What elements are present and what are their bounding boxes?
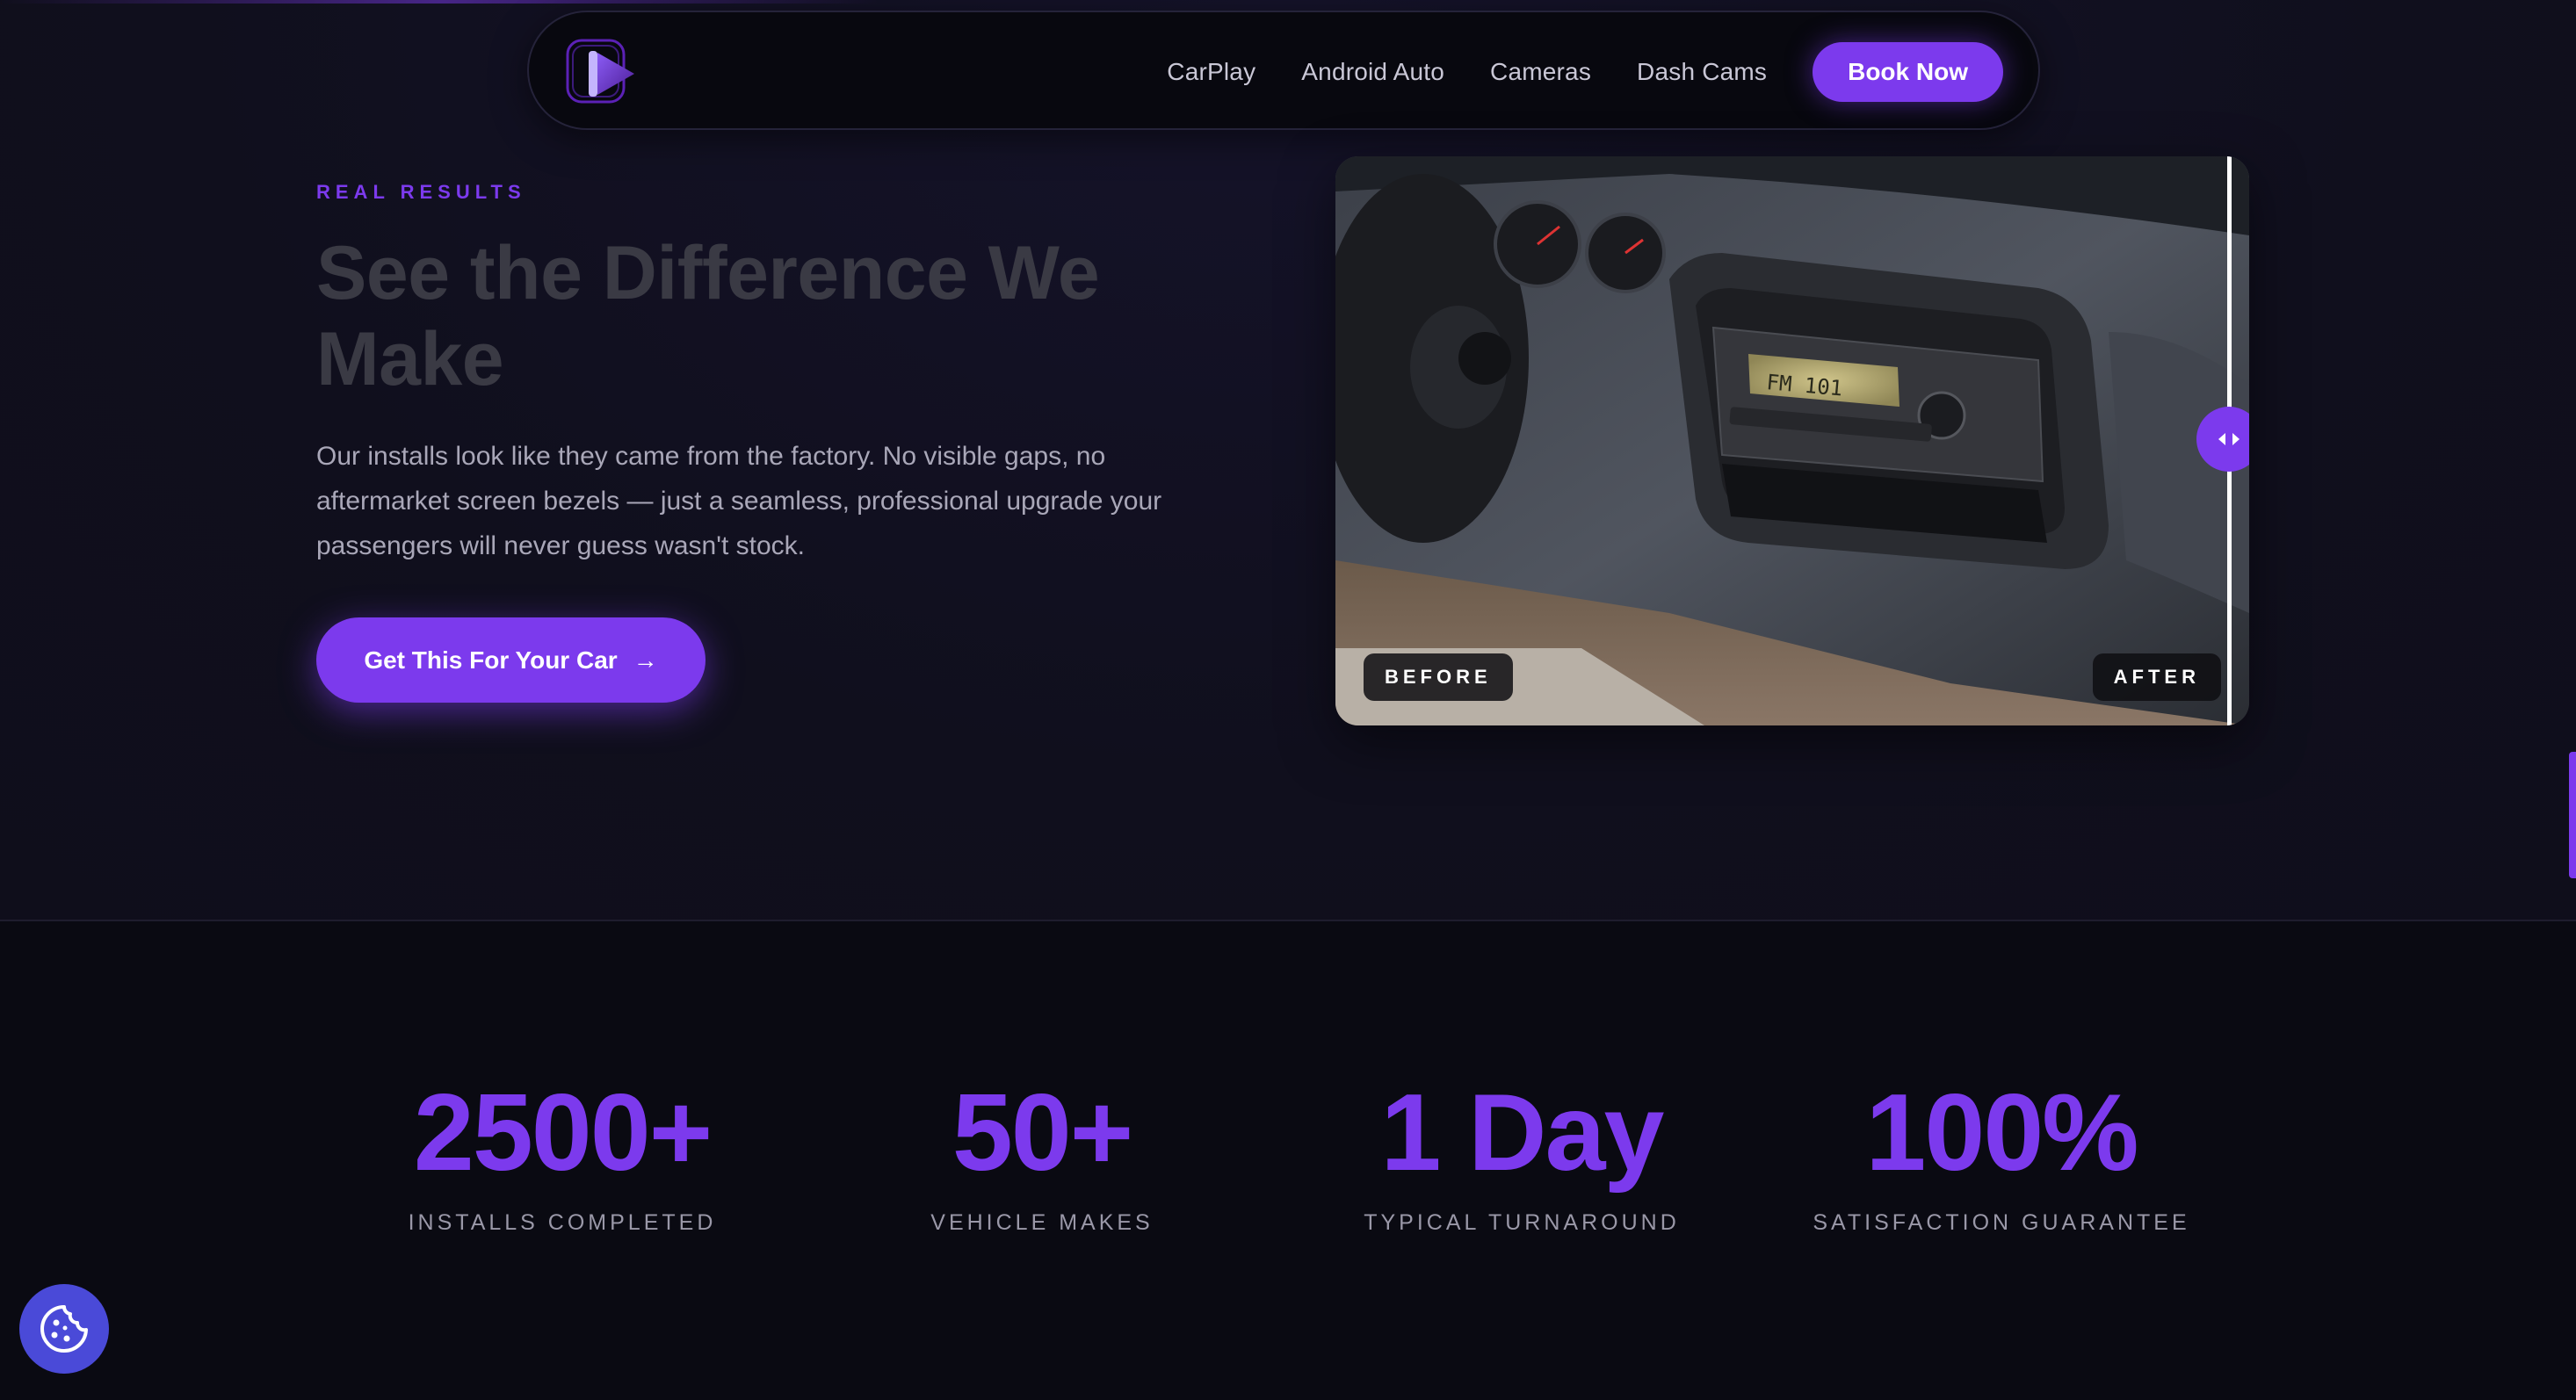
play-logo-icon[interactable] [564,37,638,107]
stat-label: VEHICLE MAKES [930,1210,1154,1235]
stat-value: 2500+ [413,1072,713,1194]
stat-label: TYPICAL TURNAROUND [1364,1210,1680,1235]
page: CarPlay Android Auto Cameras Dash Cams B… [0,0,2576,1400]
nav-link-dash-cams[interactable]: Dash Cams [1637,58,1767,86]
nav-link-android-auto[interactable]: Android Auto [1301,58,1444,86]
stat-turnaround: 1 Day TYPICAL TURNAROUND [1311,1072,1733,1236]
top-glow [0,0,879,4]
hero-description: Our installs look like they came from th… [316,442,1162,560]
cookie-icon[interactable] [19,1284,109,1374]
arrow-right-icon: → [633,646,658,674]
get-this-for-your-car-button[interactable]: Get This For Your Car → [316,617,706,703]
cta-label: Get This For Your Car [364,646,618,674]
before-label: BEFORE [1364,653,1513,701]
book-now-button[interactable]: Book Now [1813,42,2003,102]
after-label: AFTER [2092,653,2221,701]
before-after-slider[interactable]: FM 101 BEFORE AFTER [1335,156,2249,725]
stat-vehicle-makes: 50+ VEHICLE MAKES [831,1072,1253,1236]
stat-installs: 2500+ INSTALLS COMPLETED [351,1072,773,1236]
nav-link-carplay[interactable]: CarPlay [1167,58,1255,86]
page-title: See the Difference We Make [316,231,1100,401]
stat-value: 50+ [952,1072,1133,1194]
nav-links: CarPlay Android Auto Cameras Dash Cams B… [1167,42,2003,102]
stat-value: 1 Day [1380,1072,1665,1194]
top-nav: CarPlay Android Auto Cameras Dash Cams B… [527,11,2040,130]
scrollbar-thumb[interactable] [2569,752,2576,878]
nav-link-cameras[interactable]: Cameras [1490,58,1591,86]
dashboard-photo: FM 101 [1335,156,2249,725]
stat-label: INSTALLS COMPLETED [408,1210,717,1235]
stat-satisfaction: 100% SATISFACTION GUARANTEE [1791,1072,2212,1236]
stat-value: 100% [1865,1072,2138,1194]
eyebrow: REAL RESULTS [316,181,526,203]
stat-label: SATISFACTION GUARANTEE [1813,1210,2190,1235]
